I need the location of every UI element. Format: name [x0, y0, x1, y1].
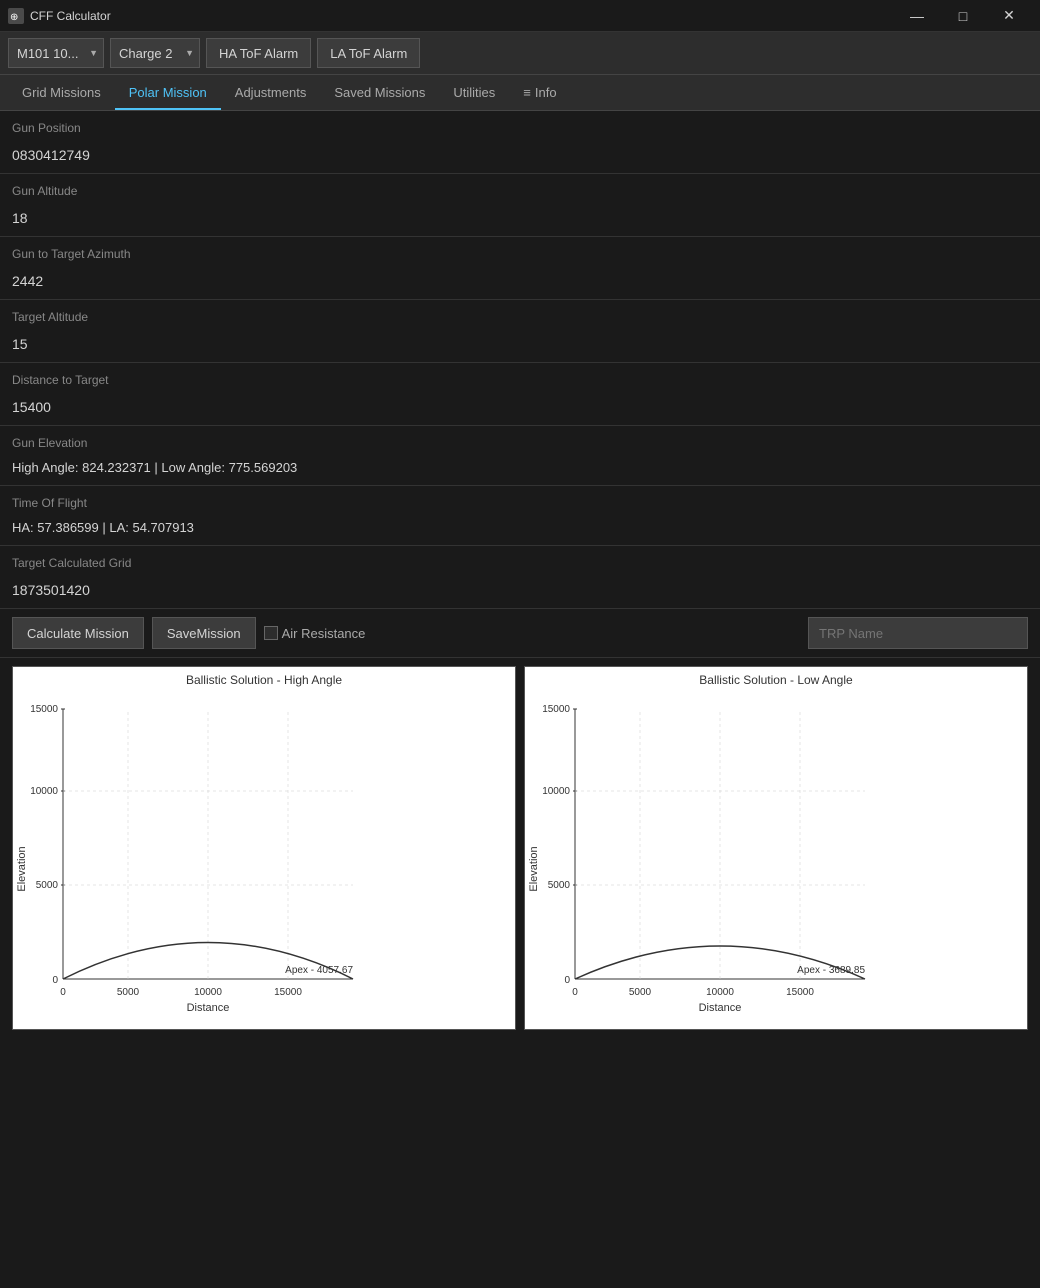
svg-text:15000: 15000	[274, 987, 302, 998]
low-angle-chart: Ballistic Solution - Low Angle Elevation…	[524, 666, 1028, 1030]
svg-text:0: 0	[564, 975, 570, 986]
charts-area: Ballistic Solution - High Angle Elevatio…	[0, 658, 1040, 1038]
charge-select[interactable]: Charge 2	[110, 38, 200, 68]
distance-value[interactable]: 15400	[12, 393, 1028, 425]
trp-name-input[interactable]	[808, 617, 1028, 649]
tof-section: Time Of Flight HA: 57.386599 | LA: 54.70…	[0, 486, 1040, 546]
charge-select-wrapper[interactable]: Charge 2	[110, 38, 200, 68]
svg-text:0: 0	[52, 975, 58, 986]
air-resistance-checkbox[interactable]	[264, 626, 278, 640]
calculated-grid-label: Target Calculated Grid	[12, 556, 1028, 570]
svg-text:5000: 5000	[36, 880, 59, 891]
air-resistance-label[interactable]: Air Resistance	[264, 626, 366, 641]
action-bar: Calculate Mission SaveMission Air Resist…	[0, 609, 1040, 658]
gun-altitude-section: Gun Altitude 18	[0, 174, 1040, 237]
tab-utilities[interactable]: Utilities	[439, 75, 509, 110]
la-tof-alarm-button[interactable]: LA ToF Alarm	[317, 38, 420, 68]
minimize-button[interactable]: —	[894, 0, 940, 32]
svg-text:15000: 15000	[30, 704, 58, 715]
svg-text:10000: 10000	[542, 786, 570, 797]
window-controls: — □ ✕	[894, 0, 1032, 32]
svg-text:5000: 5000	[548, 880, 571, 891]
gun-position-section: Gun Position 0830412749	[0, 111, 1040, 174]
svg-text:15000: 15000	[542, 704, 570, 715]
low-angle-svg: Elevation 0 5000 10000 15000 0 5000 1000…	[525, 689, 885, 1029]
svg-text:0: 0	[572, 987, 578, 998]
svg-text:0: 0	[60, 987, 66, 998]
close-button[interactable]: ✕	[986, 0, 1032, 32]
calculate-mission-button[interactable]: Calculate Mission	[12, 617, 144, 649]
gun-altitude-label: Gun Altitude	[12, 184, 1028, 198]
svg-text:5000: 5000	[629, 987, 652, 998]
main-content: Gun Position 0830412749 Gun Altitude 18 …	[0, 111, 1040, 1038]
la-x-label: Distance	[699, 1002, 742, 1014]
target-altitude-section: Target Altitude 15	[0, 300, 1040, 363]
svg-text:5000: 5000	[117, 987, 140, 998]
tab-grid-missions[interactable]: Grid Missions	[8, 75, 115, 110]
gun-altitude-value[interactable]: 18	[12, 204, 1028, 236]
list-icon: ≡	[523, 85, 531, 100]
high-angle-chart-title: Ballistic Solution - High Angle	[13, 667, 515, 689]
distance-section: Distance to Target 15400	[0, 363, 1040, 426]
tab-bar: Grid Missions Polar Mission Adjustments …	[0, 75, 1040, 111]
high-angle-svg: Elevation 0 5000 10000 15000 0	[13, 689, 373, 1029]
la-y-label: Elevation	[528, 846, 540, 891]
calculated-grid-section: Target Calculated Grid 1873501420	[0, 546, 1040, 609]
gun-elevation-label: Gun Elevation	[12, 436, 1028, 450]
gun-elevation-section: Gun Elevation High Angle: 824.232371 | L…	[0, 426, 1040, 486]
svg-text:15000: 15000	[786, 987, 814, 998]
gun-position-label: Gun Position	[12, 121, 1028, 135]
low-angle-chart-title: Ballistic Solution - Low Angle	[525, 667, 1027, 689]
save-mission-button[interactable]: SaveMission	[152, 617, 256, 649]
munition-select[interactable]: M101 10...	[8, 38, 104, 68]
ha-tof-alarm-button[interactable]: HA ToF Alarm	[206, 38, 311, 68]
distance-label: Distance to Target	[12, 373, 1028, 387]
maximize-button[interactable]: □	[940, 0, 986, 32]
tab-info[interactable]: ≡ Info	[509, 75, 570, 110]
target-altitude-label: Target Altitude	[12, 310, 1028, 324]
azimuth-value[interactable]: 2442	[12, 267, 1028, 299]
svg-text:10000: 10000	[194, 987, 222, 998]
tab-polar-mission[interactable]: Polar Mission	[115, 75, 221, 110]
la-apex-label: Apex - 3689.85	[797, 965, 865, 976]
azimuth-label: Gun to Target Azimuth	[12, 247, 1028, 261]
app-title: CFF Calculator	[30, 9, 894, 23]
ha-apex-label: Apex - 4057.67	[285, 965, 353, 976]
tab-saved-missions[interactable]: Saved Missions	[320, 75, 439, 110]
ha-y-label: Elevation	[16, 846, 28, 891]
tab-adjustments[interactable]: Adjustments	[221, 75, 321, 110]
tof-label: Time Of Flight	[12, 496, 1028, 510]
target-altitude-value[interactable]: 15	[12, 330, 1028, 362]
gun-position-value[interactable]: 0830412749	[12, 141, 1028, 173]
tof-value: HA: 57.386599 | LA: 54.707913	[12, 516, 1028, 545]
app-icon: ⊕	[8, 8, 24, 24]
azimuth-section: Gun to Target Azimuth 2442	[0, 237, 1040, 300]
munition-select-wrapper[interactable]: M101 10...	[8, 38, 104, 68]
svg-text:10000: 10000	[706, 987, 734, 998]
svg-text:10000: 10000	[30, 786, 58, 797]
ha-x-label: Distance	[187, 1002, 230, 1014]
calculated-grid-value: 1873501420	[12, 576, 1028, 608]
gun-elevation-value: High Angle: 824.232371 | Low Angle: 775.…	[12, 456, 1028, 485]
title-bar: ⊕ CFF Calculator — □ ✕	[0, 0, 1040, 32]
svg-text:⊕: ⊕	[10, 12, 18, 23]
toolbar: M101 10... Charge 2 HA ToF Alarm LA ToF …	[0, 32, 1040, 75]
high-angle-chart: Ballistic Solution - High Angle Elevatio…	[12, 666, 516, 1030]
